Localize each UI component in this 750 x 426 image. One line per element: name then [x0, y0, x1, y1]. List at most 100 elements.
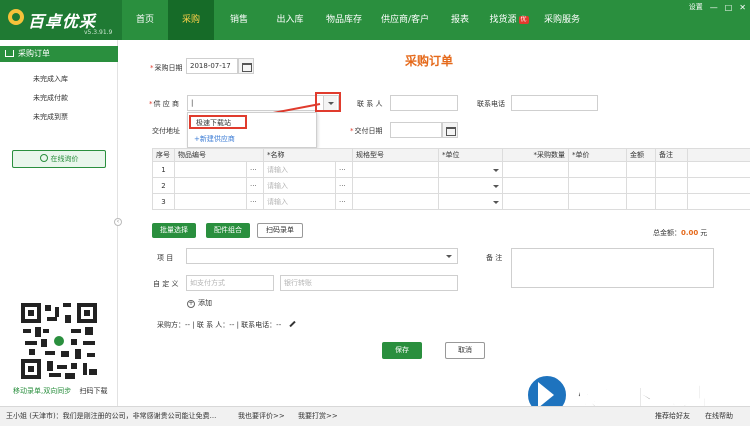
qr-code-image [21, 303, 97, 379]
col-unit: *单位 [438, 148, 503, 162]
recommend-link[interactable]: 推荐给好友 [655, 407, 690, 425]
phone-field[interactable] [511, 95, 598, 111]
nav-find-source-label: 找货源 [489, 15, 517, 25]
spec-cell[interactable] [352, 177, 439, 194]
row-number: 2 [152, 177, 175, 194]
remark-cell[interactable] [655, 177, 688, 194]
unit-cell[interactable] [438, 177, 503, 194]
custom-value-field[interactable]: 银行转账 [280, 275, 458, 291]
col-name: *名称 [263, 148, 353, 162]
table-row: 3 ··· 请输入 ··· +− [152, 193, 750, 210]
nav-inventory[interactable]: 物品库存 [316, 0, 372, 40]
nav-stock-io[interactable]: 出入库 [264, 0, 316, 40]
qr-finder [21, 359, 41, 379]
qr-module [47, 317, 57, 321]
amount-cell [626, 161, 656, 178]
memo-textarea[interactable] [511, 248, 714, 288]
nav-purchase-service[interactable]: 采购服务 [536, 0, 588, 40]
contact-label: 联 系 人 [357, 100, 383, 108]
qty-cell[interactable] [502, 193, 569, 210]
spec-cell[interactable] [352, 193, 439, 210]
name-picker[interactable]: ··· [335, 193, 353, 210]
item-code-picker[interactable]: ··· [246, 193, 264, 210]
close-icon[interactable]: ✕ [739, 3, 746, 12]
item-code-picker[interactable]: ··· [246, 161, 264, 178]
scan-entry-button[interactable]: 扫码录单 [257, 223, 303, 238]
chevron-down-icon[interactable] [493, 168, 499, 172]
minimize-icon[interactable]: — [710, 3, 718, 12]
total-value: 0.00 [681, 229, 699, 237]
col-spec: 规格型号 [352, 148, 439, 162]
project-select[interactable] [186, 248, 458, 264]
calendar-icon[interactable] [238, 58, 254, 74]
nav-purchase[interactable]: 采购 [168, 0, 214, 40]
item-code-cell[interactable] [174, 177, 247, 194]
qty-cell[interactable] [502, 161, 569, 178]
item-code-picker[interactable]: ··· [246, 177, 264, 194]
contact-field[interactable] [390, 95, 458, 111]
total-amount: 总金额：0.00 元 [653, 229, 708, 237]
remark-cell[interactable] [655, 193, 688, 210]
delivery-date-field[interactable] [390, 122, 442, 138]
price-cell[interactable] [568, 161, 627, 178]
qr-module [71, 329, 81, 333]
page-title: 采购订单 [405, 54, 454, 68]
sidebar-header[interactable]: 采购订单 [0, 46, 118, 62]
remark-cell[interactable] [655, 161, 688, 178]
phone-label: 联系电话 [477, 100, 505, 108]
chevron-down-icon[interactable] [493, 184, 499, 188]
cancel-button[interactable]: 取消 [445, 342, 485, 359]
amount-cell [626, 177, 656, 194]
evaluate-link[interactable]: 我也要评价>> [238, 407, 285, 425]
name-cell[interactable]: 请输入 [263, 193, 336, 210]
item-code-cell[interactable] [174, 161, 247, 178]
sidebar-item-not-stocked[interactable]: 未完成入库 [33, 74, 68, 84]
dropdown-item-jisu[interactable]: 极速下载站 [189, 115, 247, 129]
online-inquiry-button[interactable]: 在线询价 [12, 150, 106, 168]
price-cell[interactable] [568, 193, 627, 210]
add-custom-link[interactable]: + 添加 [186, 298, 212, 308]
item-code-cell[interactable] [174, 193, 247, 210]
qr-module [29, 349, 35, 355]
sidebar-header-label: 采购订单 [18, 49, 50, 58]
sidebar-item-no-invoice[interactable]: 未完成到票 [33, 112, 68, 122]
help-link[interactable]: 在线帮助 [705, 407, 733, 425]
testimonial-ticker[interactable]: 王小姐 (天津市)：我们是刚注册的公司，非常感谢贵公司能让免费... [6, 407, 216, 425]
unit-cell[interactable] [438, 193, 503, 210]
name-picker[interactable]: ··· [335, 177, 353, 194]
calendar-icon[interactable] [442, 122, 458, 138]
sidebar-collapse-icon[interactable]: ‹ [114, 218, 122, 226]
qr-module [55, 307, 59, 317]
status-bar: 王小姐 (天津市)：我们是刚注册的公司，非常感谢贵公司能让免费... 我也要评价… [0, 406, 750, 426]
name-cell[interactable]: 请输入 [263, 177, 336, 194]
nav-home[interactable]: 首页 [122, 0, 168, 40]
col-amount: 金额 [626, 148, 656, 162]
purchase-date-field[interactable]: 2018-07-17 [186, 58, 238, 74]
save-button[interactable]: 保存 [382, 342, 422, 359]
delivery-date-label: *交付日期 [350, 127, 383, 135]
nav-supplier-customer[interactable]: 供应商/客户 [372, 0, 438, 40]
col-no: 序号 [152, 148, 175, 162]
name-picker[interactable]: ··· [335, 161, 353, 178]
qty-cell[interactable] [502, 177, 569, 194]
settings-link[interactable]: 设置 [689, 2, 703, 12]
price-cell[interactable] [568, 177, 627, 194]
new-supplier-link[interactable]: +新建供应商 [194, 134, 235, 144]
mobile-sync-link[interactable]: 移动录单,双向同步 [13, 387, 71, 395]
spec-cell[interactable] [352, 161, 439, 178]
sidebar-footer: 移动录单,双向同步 扫码下载 [13, 386, 107, 396]
edit-icon[interactable] [289, 320, 296, 328]
reward-link[interactable]: 我要打赏>> [298, 407, 338, 425]
batch-select-button[interactable]: 批量选择 [152, 223, 196, 238]
name-cell[interactable]: 请输入 [263, 161, 336, 178]
nav-sales[interactable]: 销售 [214, 0, 264, 40]
combo-button[interactable]: 配件组合 [206, 223, 250, 238]
custom-key-field[interactable]: 如支付方式 [186, 275, 274, 291]
nav-find-source[interactable]: 找货源优 [482, 0, 536, 40]
chevron-down-icon[interactable] [493, 200, 499, 204]
amount-cell [626, 193, 656, 210]
unit-cell[interactable] [438, 161, 503, 178]
nav-reports[interactable]: 报表 [438, 0, 482, 40]
maximize-icon[interactable]: □ [725, 3, 733, 12]
sidebar-item-not-paid[interactable]: 未完成付款 [33, 93, 68, 103]
